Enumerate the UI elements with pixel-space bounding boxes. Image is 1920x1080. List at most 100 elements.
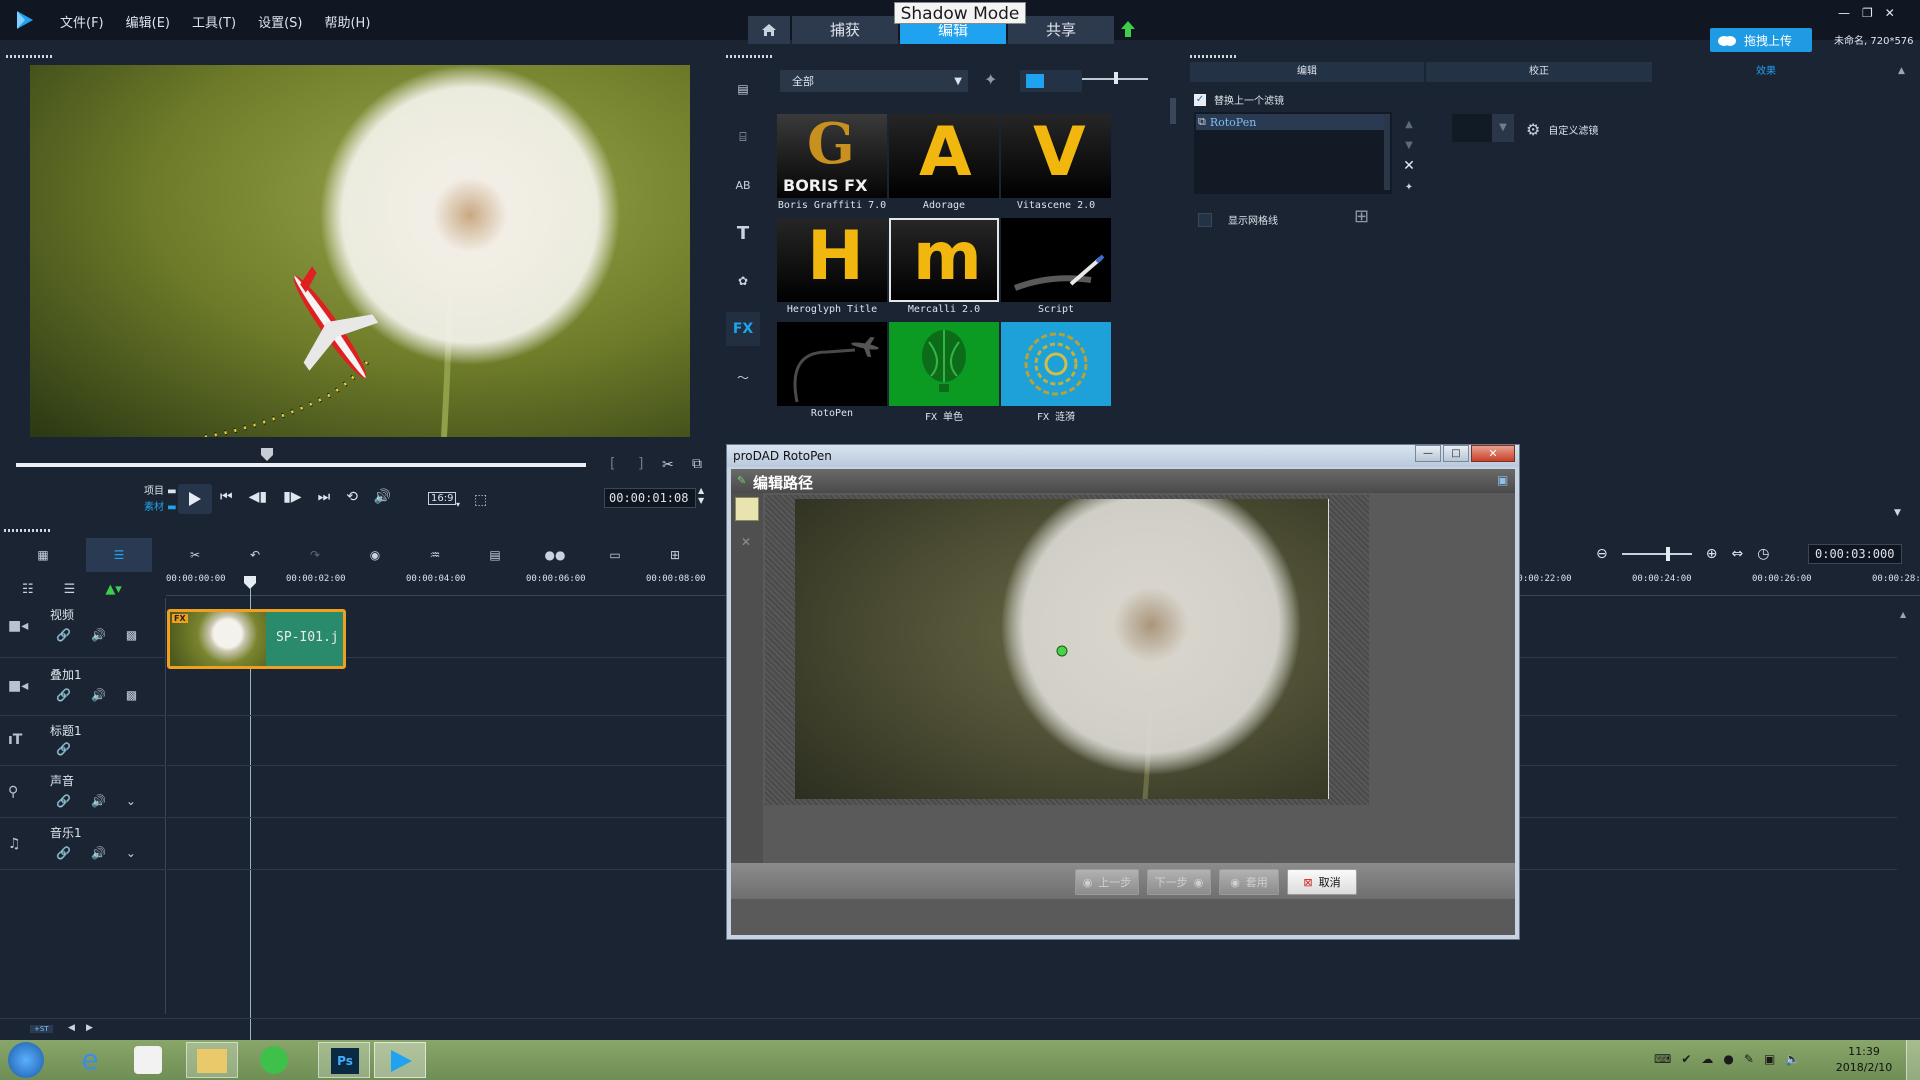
preset-dropdown[interactable]: ▼ (1452, 114, 1514, 142)
timeline-footer-tag[interactable]: +ST (30, 1025, 53, 1033)
play-button[interactable] (178, 484, 212, 514)
path-point[interactable] (1056, 645, 1068, 657)
mode-clip[interactable]: 素材 ▬ (144, 498, 177, 513)
ie-icon[interactable]: e (74, 1044, 106, 1076)
zoom-slider[interactable] (1621, 547, 1692, 561)
effect-tile[interactable]: G BORIS FX Boris Graffiti 7.0 (776, 114, 888, 211)
minimize-icon[interactable]: — (1838, 6, 1850, 20)
menu-file[interactable]: 文件(F) (60, 12, 104, 31)
view-thumbnail-toggle[interactable] (1020, 70, 1082, 92)
tools-icon[interactable]: ✂ (178, 538, 212, 572)
upload-arrow-icon[interactable] (1120, 20, 1136, 38)
apply-button[interactable]: ◉ 套用 (1219, 869, 1279, 895)
track-visibility-icon[interactable]: ▩ (126, 688, 137, 702)
cancel-button[interactable]: ⊠ 取消 (1287, 869, 1357, 895)
link-icon[interactable]: 🔗 (56, 742, 71, 756)
effect-tile[interactable]: Script (1000, 218, 1112, 315)
timeline-view-icon[interactable]: ☰ (86, 538, 152, 572)
sync-icon[interactable] (260, 1046, 288, 1074)
close-icon[interactable]: ✕ (1471, 445, 1515, 462)
timeline-v-scrollbar[interactable]: ▲ (1900, 610, 1910, 1010)
library-filter-dropdown[interactable]: 全部 ▼ (780, 70, 968, 92)
filter-fx-icon[interactable]: FX (726, 312, 760, 346)
home-tab[interactable] (748, 16, 790, 44)
effect-tile[interactable]: m Mercalli 2.0 (888, 218, 1000, 315)
security-icon[interactable]: ✔ (1681, 1052, 1691, 1066)
mute-icon[interactable]: 🔊 (91, 628, 106, 642)
redo-icon[interactable]: ↷ (298, 538, 332, 572)
aspect-ratio-button[interactable]: 16:9 (428, 492, 457, 505)
subtitle-editor-icon[interactable]: ▭ (598, 538, 632, 572)
zoom-in-icon[interactable]: ⊕ (1706, 546, 1718, 562)
transition-icon[interactable]: AB (726, 168, 760, 202)
show-desktop-button[interactable] (1906, 1040, 1920, 1080)
track-manager-icon[interactable]: ☷ (22, 582, 34, 597)
panel-grip[interactable] (1190, 55, 1236, 58)
graphic-icon[interactable]: ✿ (726, 264, 760, 298)
next-frame-icon[interactable]: ▮▶ (283, 489, 301, 505)
zoom-out-icon[interactable]: ⊖ (1596, 546, 1608, 562)
cloud-tray-icon[interactable]: ☁ (1701, 1052, 1713, 1066)
panel-grip[interactable] (726, 55, 772, 58)
split-clip-icon[interactable]: ✂ (662, 457, 674, 473)
menu-settings[interactable]: 设置(S) (258, 12, 302, 31)
maximize-icon[interactable]: ❐ (1862, 6, 1873, 20)
volume-icon[interactable]: 🔊 (374, 489, 391, 505)
undo-icon[interactable]: ↶ (238, 538, 272, 572)
options-collapse-icon[interactable]: ▲ (1898, 66, 1905, 76)
panel-grip[interactable] (6, 55, 52, 58)
zoom-slider-handle[interactable] (1665, 547, 1670, 561)
instant-project-icon[interactable]: ⌸ (726, 120, 760, 154)
ripple-edit-icon[interactable]: ▲▾ (105, 582, 122, 597)
motion-tracking-icon[interactable]: ●● (538, 538, 572, 572)
link-icon[interactable]: 🔗 (56, 628, 71, 642)
fit-to-window-icon[interactable]: ⇔ (1731, 546, 1743, 562)
panel-resize-icon[interactable]: ▼ (1894, 508, 1901, 518)
record-capture-icon[interactable]: ◉ (358, 538, 392, 572)
go-end-icon[interactable]: ⏭ (318, 489, 331, 505)
keyboard-icon[interactable]: ⌨ (1654, 1052, 1671, 1066)
library-scrollbar[interactable] (1170, 98, 1176, 124)
effect-tile[interactable]: A Adorage (888, 114, 1000, 211)
upload-button[interactable]: 拖拽上传 (1710, 28, 1812, 52)
thumbnail-size-handle[interactable] (1114, 72, 1118, 84)
replace-filter-checkbox[interactable]: ✓ (1194, 93, 1206, 106)
chevron-down-icon[interactable]: ⌄ (126, 794, 136, 808)
mark-in-icon[interactable]: [ (610, 456, 615, 472)
storyboard-view-icon[interactable]: ▦ (26, 538, 60, 572)
prev-frame-icon[interactable]: ◀▮ (249, 489, 267, 505)
tab-options-effect[interactable]: 效果 (1654, 62, 1878, 82)
media-player-icon[interactable] (134, 1046, 162, 1074)
show-grid-checkbox[interactable] (1198, 212, 1212, 227)
go-start-icon[interactable]: ⏮ (220, 489, 233, 505)
volume-tray-icon[interactable]: 🔈 (1785, 1052, 1800, 1066)
filter-list-item[interactable]: ⧉ RotoPen (1196, 114, 1390, 130)
auto-music-icon[interactable]: ▤ (478, 538, 512, 572)
mode-project[interactable]: 项目 ▬ (144, 482, 177, 497)
close-tool-icon[interactable]: ✕ (741, 535, 763, 549)
media-library-icon[interactable]: ▤ (726, 72, 760, 106)
minimize-icon[interactable]: — (1415, 445, 1441, 462)
link-icon[interactable]: 🔗 (56, 794, 71, 808)
add-favorite-icon[interactable]: ✦ (984, 70, 997, 89)
start-button[interactable] (8, 1042, 44, 1078)
clock[interactable]: 11:39 2018/2/10 (1834, 1044, 1894, 1076)
help-monitor-icon[interactable]: ▣ (1497, 473, 1508, 487)
menu-tools[interactable]: 工具(T) (192, 12, 236, 31)
explorer-icon[interactable] (186, 1042, 238, 1078)
close-icon[interactable]: ✕ (1885, 6, 1895, 20)
link-icon[interactable]: 🔗 (56, 688, 71, 702)
videostudio-taskbar-icon[interactable] (374, 1042, 426, 1078)
qq-icon[interactable]: ● (1723, 1052, 1733, 1066)
mute-icon[interactable]: 🔊 (91, 846, 106, 860)
tab-options-correction[interactable]: 校正 (1426, 62, 1652, 82)
dialog-titlebar[interactable]: proDAD RotoPen — □ ✕ (727, 445, 1519, 467)
menu-edit[interactable]: 编辑(E) (126, 12, 170, 31)
prev-step-button[interactable]: ◉ 上一步 (1075, 869, 1139, 895)
enlarge-preview-icon[interactable]: ⧉ (692, 456, 702, 472)
effect-tile[interactable]: RotoPen (776, 322, 888, 423)
move-down-icon[interactable]: ▼ (1402, 135, 1416, 156)
tab-capture[interactable]: 捕获 (792, 16, 898, 44)
next-step-button[interactable]: 下一步 ◉ (1147, 869, 1211, 895)
video-clip[interactable]: FX SP-I01.j (167, 609, 346, 669)
